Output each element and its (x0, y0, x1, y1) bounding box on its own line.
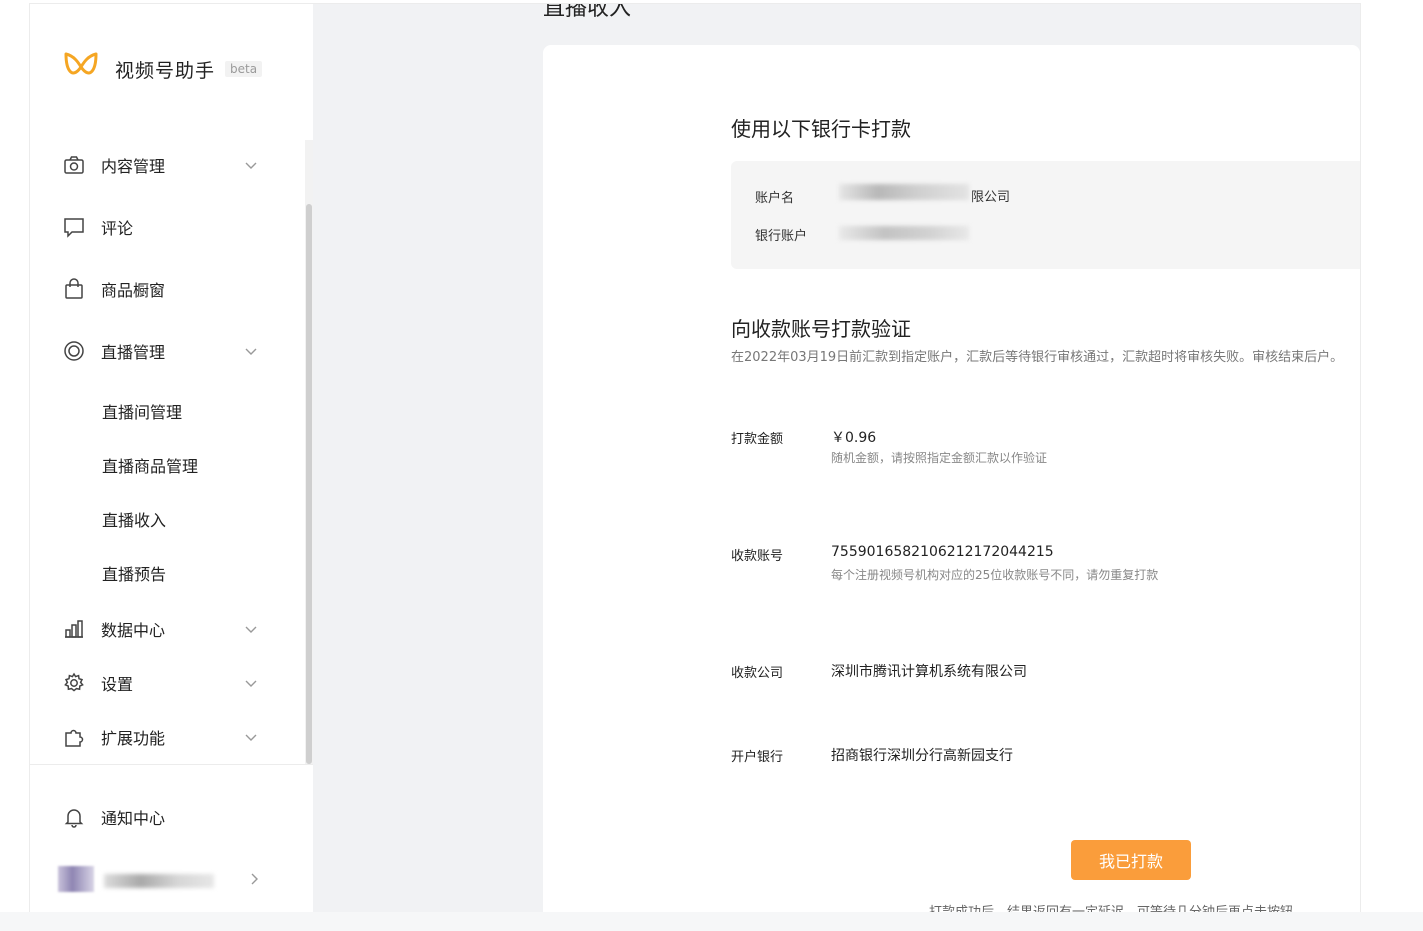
sidebar-subitem-live-room[interactable]: 直播间管理 (102, 399, 182, 423)
bank-section-title: 使用以下银行卡打款 (731, 117, 911, 141)
amount-label: 打款金额 (731, 432, 784, 447)
amount-value: ￥0.96 (831, 430, 877, 446)
sidebar-item-label: 扩展功能 (101, 729, 166, 748)
bank-branch-label: 开户银行 (731, 750, 784, 765)
sidebar-item-label: 通知中心 (101, 809, 166, 828)
sidebar-divider (30, 764, 313, 765)
sidebar-item-label: 直播管理 (101, 343, 166, 362)
sidebar-item-comments[interactable]: 评论 (63, 213, 263, 241)
brand-name: 视频号助手 (115, 59, 216, 82)
logo-icon (62, 50, 100, 88)
beta-badge: beta (225, 61, 263, 77)
sidebar-item-label: 数据中心 (101, 621, 166, 640)
camera-icon (63, 154, 85, 176)
receiving-company-value: 深圳市腾讯计算机系统有限公司 (831, 664, 1027, 680)
bank-account-label: 银行账户 (755, 229, 808, 244)
sidebar-item-label: 评论 (101, 219, 134, 238)
page-title: 直播收入 (543, 4, 632, 21)
verify-section-title: 向收款账号打款验证 (731, 317, 911, 341)
sidebar-item-content-management[interactable]: 内容管理 (63, 151, 263, 179)
bank-account-redacted (839, 226, 969, 240)
amount-hint: 随机金额，请按照指定金额汇款以作验证 (831, 451, 1048, 465)
sidebar-item-live-management[interactable]: 直播管理 (63, 337, 263, 365)
bank-info-box: 账户名 限公司 银行账户 (731, 161, 1360, 269)
verify-description: 在2022年03月19日前汇款到指定账户，汇款后等待银行审核通过，汇款超时将审核… (731, 350, 1344, 365)
chevron-down-icon[interactable] (243, 729, 259, 745)
avatar (58, 866, 94, 892)
gear-icon (63, 672, 85, 694)
sidebar-item-label: 设置 (101, 675, 134, 694)
sidebar-subitem-live-preview[interactable]: 直播预告 (102, 561, 166, 585)
user-name-redacted (104, 874, 214, 888)
chevron-down-icon[interactable] (243, 157, 259, 173)
chevron-right-icon (251, 873, 258, 885)
payment-delay-note: 打款成功后，结果返回有一定延迟，可等待几分钟后再点击按钮。 (929, 901, 1306, 912)
sidebar-item-product-showcase[interactable]: 商品橱窗 (63, 275, 263, 303)
chevron-down-icon[interactable] (243, 621, 259, 637)
confirm-paid-button[interactable]: 我已打款 (1071, 840, 1191, 880)
bar-chart-icon (63, 618, 85, 640)
account-name-suffix: 限公司 (971, 190, 1011, 205)
sidebar-item-settings[interactable]: 设置 (63, 669, 263, 697)
sidebar: 视频号助手 beta 内容管理 评论 商品橱窗 直播管理 直播间管理 直播商品管… (30, 4, 313, 912)
puzzle-icon (63, 726, 85, 748)
live-icon (63, 340, 85, 362)
user-profile[interactable] (58, 866, 268, 892)
brand[interactable]: 视频号助手 beta (62, 50, 263, 88)
sidebar-item-label: 内容管理 (101, 157, 166, 176)
sidebar-item-data-center[interactable]: 数据中心 (63, 615, 263, 643)
receiving-account-hint: 每个注册视频号机构对应的25位收款账号不同，请勿重复打款 (831, 568, 1159, 582)
account-name-label: 账户名 (755, 191, 795, 206)
sidebar-item-label: 商品橱窗 (101, 281, 166, 300)
sidebar-item-extensions[interactable]: 扩展功能 (63, 723, 263, 751)
receiving-account-value: 7559016582106212172044215 (831, 544, 1054, 560)
sidebar-subitem-live-products[interactable]: 直播商品管理 (102, 453, 198, 477)
chevron-down-icon[interactable] (243, 343, 259, 359)
receiving-account-label: 收款账号 (731, 549, 784, 564)
comment-icon (63, 216, 85, 238)
receiving-company-label: 收款公司 (731, 666, 784, 681)
page-background-strip (0, 912, 1423, 931)
payment-card: 使用以下银行卡打款 账户名 限公司 银行账户 向收款账号打款验证 在2022年0… (543, 45, 1360, 912)
sidebar-item-notifications[interactable]: 通知中心 (63, 803, 263, 831)
sidebar-subitem-live-income[interactable]: 直播收入 (102, 507, 166, 531)
shopping-bag-icon (63, 278, 85, 300)
app-window: 视频号助手 beta 内容管理 评论 商品橱窗 直播管理 直播间管理 直播商品管… (30, 4, 1360, 912)
bell-icon (63, 806, 85, 828)
bank-branch-value: 招商银行深圳分行高新园支行 (831, 748, 1013, 764)
sidebar-scrollbar[interactable] (306, 204, 312, 764)
chevron-down-icon[interactable] (243, 675, 259, 691)
account-name-redacted (839, 184, 969, 200)
